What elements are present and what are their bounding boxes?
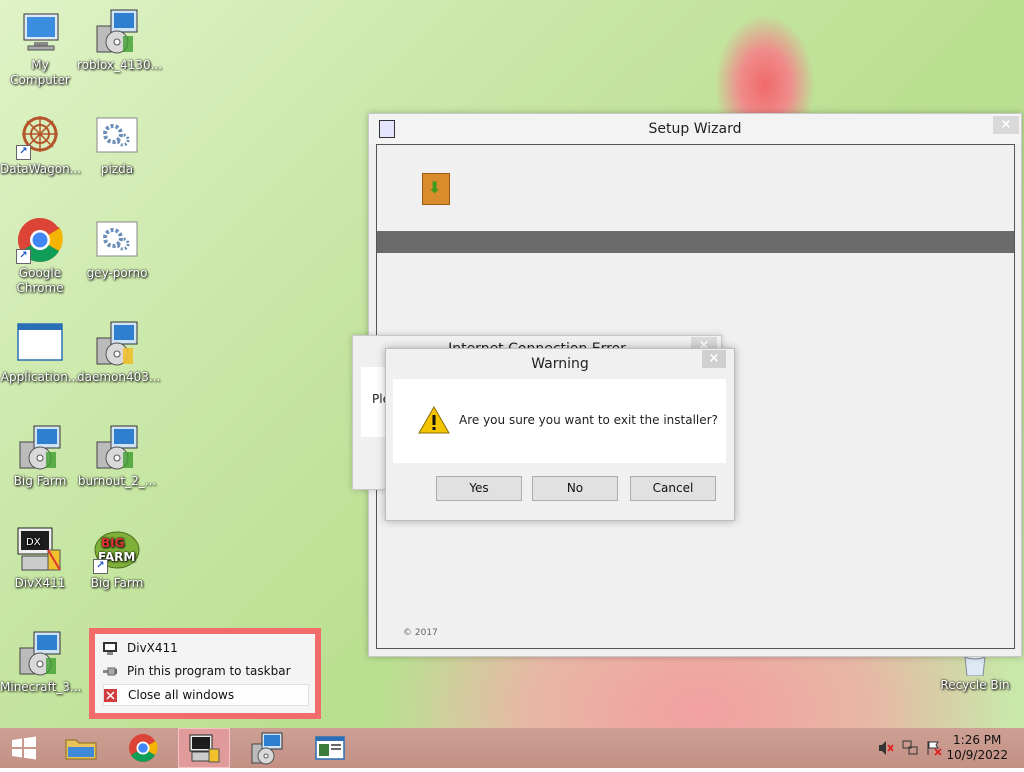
chrome-icon: ↗ bbox=[16, 216, 64, 264]
taskbar-jumplist: DivX411 Pin this program to taskbar Clos… bbox=[89, 628, 321, 719]
warning-message: Are you sure you want to exit the instal… bbox=[459, 413, 718, 427]
jumplist-item-divx411[interactable]: DivX411 bbox=[103, 638, 307, 658]
desktop-icon-roblox[interactable]: roblox_4130... bbox=[77, 8, 163, 73]
installer-icon bbox=[93, 8, 141, 56]
desktop-icon-gey-porno[interactable]: gey-porno bbox=[77, 216, 157, 281]
desktop-icon-big-farm-shortcut[interactable]: BIG FARM ↗ Big Farm bbox=[77, 526, 157, 591]
jumplist-panel: DivX411 Pin this program to taskbar Clos… bbox=[95, 634, 315, 713]
divx-icon bbox=[103, 641, 117, 655]
jumplist-item-label: Close all windows bbox=[128, 688, 235, 702]
taskbar-divx411[interactable] bbox=[178, 728, 230, 768]
jumplist-item-label: Pin this program to taskbar bbox=[127, 664, 291, 678]
system-tray: 1:26 PM 10/9/2022 bbox=[864, 728, 1024, 768]
settings-file-icon bbox=[93, 112, 141, 160]
no-button[interactable]: No bbox=[532, 476, 618, 501]
shortcut-arrow-icon: ↗ bbox=[16, 249, 31, 264]
desktop-icon-label: DivX411 bbox=[14, 576, 66, 590]
desktop-icon-google-chrome[interactable]: ↗ Google Chrome bbox=[0, 216, 80, 296]
desktop-icon-label: burnout_2_... bbox=[77, 474, 157, 488]
jumplist-item-label: DivX411 bbox=[127, 641, 178, 655]
setup-wizard-title: Setup Wizard bbox=[648, 121, 742, 137]
taskbar-installer[interactable] bbox=[240, 728, 296, 768]
jumplist-item-close-all[interactable]: Close all windows bbox=[103, 684, 309, 706]
action-center-flag-icon[interactable] bbox=[926, 740, 942, 760]
start-button[interactable] bbox=[0, 728, 48, 768]
shortcut-arrow-icon: ↗ bbox=[16, 145, 31, 160]
network-icon[interactable] bbox=[902, 740, 918, 760]
installer-icon bbox=[93, 320, 141, 368]
close-icon[interactable]: × bbox=[993, 116, 1019, 134]
chrome-icon bbox=[129, 734, 158, 762]
desktop-icon-my-computer[interactable]: My Computer bbox=[0, 8, 80, 88]
desktop-icon-label: Big Farm bbox=[13, 474, 67, 488]
installer-icon bbox=[93, 424, 141, 472]
desktop-icon-daemon[interactable]: daemon403... bbox=[77, 320, 161, 385]
desktop-icon-label: roblox_4130... bbox=[77, 58, 163, 72]
setup-progress-bar bbox=[377, 231, 1014, 253]
windows-logo-icon bbox=[12, 736, 36, 760]
shortcut-arrow-icon: ↗ bbox=[93, 559, 108, 574]
desktop-icon-application[interactable]: Application... bbox=[0, 320, 80, 385]
desktop-icon-pizda[interactable]: pizda bbox=[77, 112, 157, 177]
desktop-icon-label: My Computer bbox=[10, 58, 70, 87]
warning-title: Warning bbox=[531, 356, 589, 372]
desktop: My Computer ↗ DataWagon... ↗ Google Chro… bbox=[0, 0, 1024, 728]
desktop-icon-label: Google Chrome bbox=[16, 266, 64, 295]
setup-wizard-titlebar[interactable]: Setup Wizard × bbox=[369, 114, 1021, 144]
desktop-icon-label: Big Farm bbox=[90, 576, 144, 590]
taskbar: 1:26 PM 10/9/2022 bbox=[0, 728, 1024, 768]
desktop-icon-label: gey-porno bbox=[86, 266, 148, 280]
desktop-icon-label: Application... bbox=[0, 370, 80, 384]
package-download-icon bbox=[422, 173, 450, 205]
installer-icon bbox=[16, 424, 64, 472]
yes-button[interactable]: Yes bbox=[436, 476, 522, 501]
svg-text:DX: DX bbox=[26, 537, 41, 548]
desktop-icon-big-farm-installer[interactable]: Big Farm bbox=[0, 424, 80, 489]
folder-icon bbox=[65, 739, 97, 760]
setup-wizard-header bbox=[377, 145, 1014, 231]
taskbar-application-window[interactable] bbox=[304, 728, 356, 768]
jumplist-item-pin[interactable]: Pin this program to taskbar bbox=[103, 661, 307, 681]
volume-muted-icon[interactable] bbox=[878, 740, 894, 760]
installer-icon bbox=[16, 630, 64, 678]
close-icon bbox=[104, 688, 118, 702]
my-computer-icon bbox=[16, 8, 64, 56]
desktop-icon-minecraft[interactable]: Minecraft_3... bbox=[0, 630, 82, 695]
divx-installer-icon: DX bbox=[16, 526, 64, 574]
desktop-icon-datawagon[interactable]: ↗ DataWagon... bbox=[0, 112, 82, 177]
datawagon-icon: ↗ bbox=[16, 112, 64, 160]
pin-icon bbox=[103, 664, 117, 677]
cancel-button[interactable]: Cancel bbox=[630, 476, 716, 501]
installer-icon bbox=[251, 732, 283, 765]
warning-content: Are you sure you want to exit the instal… bbox=[393, 379, 726, 463]
application-window-icon bbox=[315, 736, 345, 760]
taskbar-file-explorer[interactable] bbox=[58, 728, 104, 768]
settings-file-icon bbox=[93, 216, 141, 264]
desktop-icon-label: Minecraft_3... bbox=[0, 680, 82, 694]
close-icon[interactable]: × bbox=[702, 350, 726, 368]
desktop-icon-label: pizda bbox=[100, 162, 134, 176]
desktop-icon-label: Recycle Bin bbox=[940, 678, 1010, 692]
desktop-icon-burnout[interactable]: burnout_2_... bbox=[77, 424, 157, 489]
big-farm-logo-icon: BIG FARM ↗ bbox=[93, 526, 141, 574]
desktop-icon-label: daemon403... bbox=[77, 370, 161, 384]
clock-time: 1:26 PM bbox=[953, 733, 1002, 747]
warning-dialog: Warning × Are you sure you want to exit … bbox=[385, 348, 735, 521]
desktop-icon-divx411[interactable]: DX DivX411 bbox=[0, 526, 80, 591]
svg-text:BIG: BIG bbox=[101, 536, 124, 550]
taskbar-clock[interactable]: 1:26 PM 10/9/2022 bbox=[946, 733, 1008, 763]
application-window-icon bbox=[16, 320, 64, 368]
copyright-text: © 2017 bbox=[403, 628, 438, 638]
clock-date: 10/9/2022 bbox=[946, 748, 1008, 762]
taskbar-chrome[interactable] bbox=[120, 728, 166, 768]
desktop-icon-label: DataWagon... bbox=[0, 162, 82, 176]
warning-icon bbox=[418, 405, 450, 434]
divx-installer-icon bbox=[189, 734, 220, 763]
